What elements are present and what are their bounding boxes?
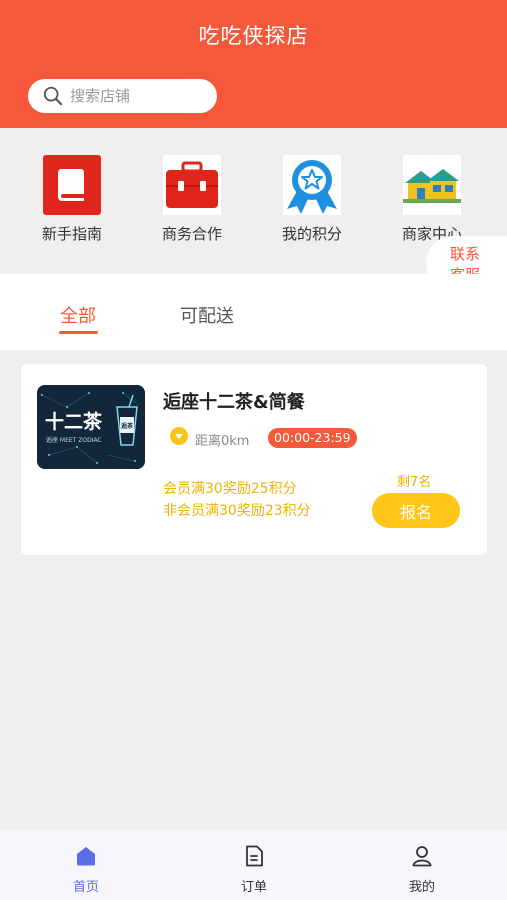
tabbar-label: 首页	[72, 880, 99, 895]
user-profile-icon	[412, 846, 432, 867]
quick-nav-merchant[interactable]: 商家中心	[387, 155, 477, 244]
search-bar[interactable]	[28, 79, 217, 113]
location-icon	[170, 427, 188, 445]
home-icon	[77, 847, 95, 866]
tab-all[interactable]: 全部	[60, 302, 96, 328]
tab-delivery[interactable]: 可配送	[180, 302, 234, 328]
store-logo-graphic: 十二茶 逅座 MEET ZODIAC 逅茶	[37, 385, 145, 469]
tab-active-indicator	[59, 331, 98, 334]
app-header: 吃吃侠探店	[0, 0, 507, 128]
tabbar-orders[interactable]: 订单	[214, 844, 294, 895]
store-image-cup-label: 逅茶	[120, 422, 134, 430]
member-reward-text: 会员满30奖励25积分	[163, 481, 297, 497]
bottom-tab-bar: 首页 订单 我的	[0, 830, 507, 900]
tabbar-label: 订单	[240, 880, 267, 895]
store-distance: 距离0km	[195, 434, 250, 449]
contact-service-line1: 联系	[450, 245, 481, 263]
quick-nav-label: 新手指南	[41, 225, 102, 243]
quick-nav-label: 我的积分	[281, 225, 342, 243]
tabbar-home[interactable]: 首页	[46, 844, 126, 895]
store-image-subtitle: 逅座 MEET ZODIAC	[46, 436, 102, 444]
search-input[interactable]	[70, 87, 210, 105]
search-icon	[43, 86, 63, 106]
store-image: 十二茶 逅座 MEET ZODIAC 逅茶	[37, 385, 145, 469]
quick-nav-guide[interactable]: 新手指南	[27, 155, 117, 244]
order-document-icon	[246, 845, 263, 867]
briefcase-icon	[163, 155, 221, 215]
medal-star-icon	[283, 155, 341, 215]
store-card[interactable]: 十二茶 逅座 MEET ZODIAC 逅茶 逅座十二茶&简餐 距离0km 00:…	[21, 364, 487, 555]
tabbar-profile[interactable]: 我的	[382, 844, 462, 895]
tabbar-label: 我的	[408, 880, 435, 895]
quick-nav-label: 商务合作	[161, 225, 222, 243]
quick-nav-business[interactable]: 商务合作	[147, 155, 237, 244]
store-hours-badge: 00:00-23:59	[268, 428, 357, 448]
store-image-title: 十二茶	[45, 410, 103, 433]
remaining-slots: 剩7名	[397, 475, 432, 490]
nonmember-reward-text: 非会员满30奖励23积分	[163, 503, 311, 519]
guide-book-icon	[43, 155, 101, 215]
filter-tabs: 全部 可配送	[0, 274, 507, 350]
signup-button[interactable]: 报名	[372, 493, 460, 528]
shops-icon	[403, 155, 461, 215]
quick-nav-points[interactable]: 我的积分	[267, 155, 357, 244]
store-name: 逅座十二茶&简餐	[163, 392, 305, 413]
page-title: 吃吃侠探店	[198, 24, 309, 48]
